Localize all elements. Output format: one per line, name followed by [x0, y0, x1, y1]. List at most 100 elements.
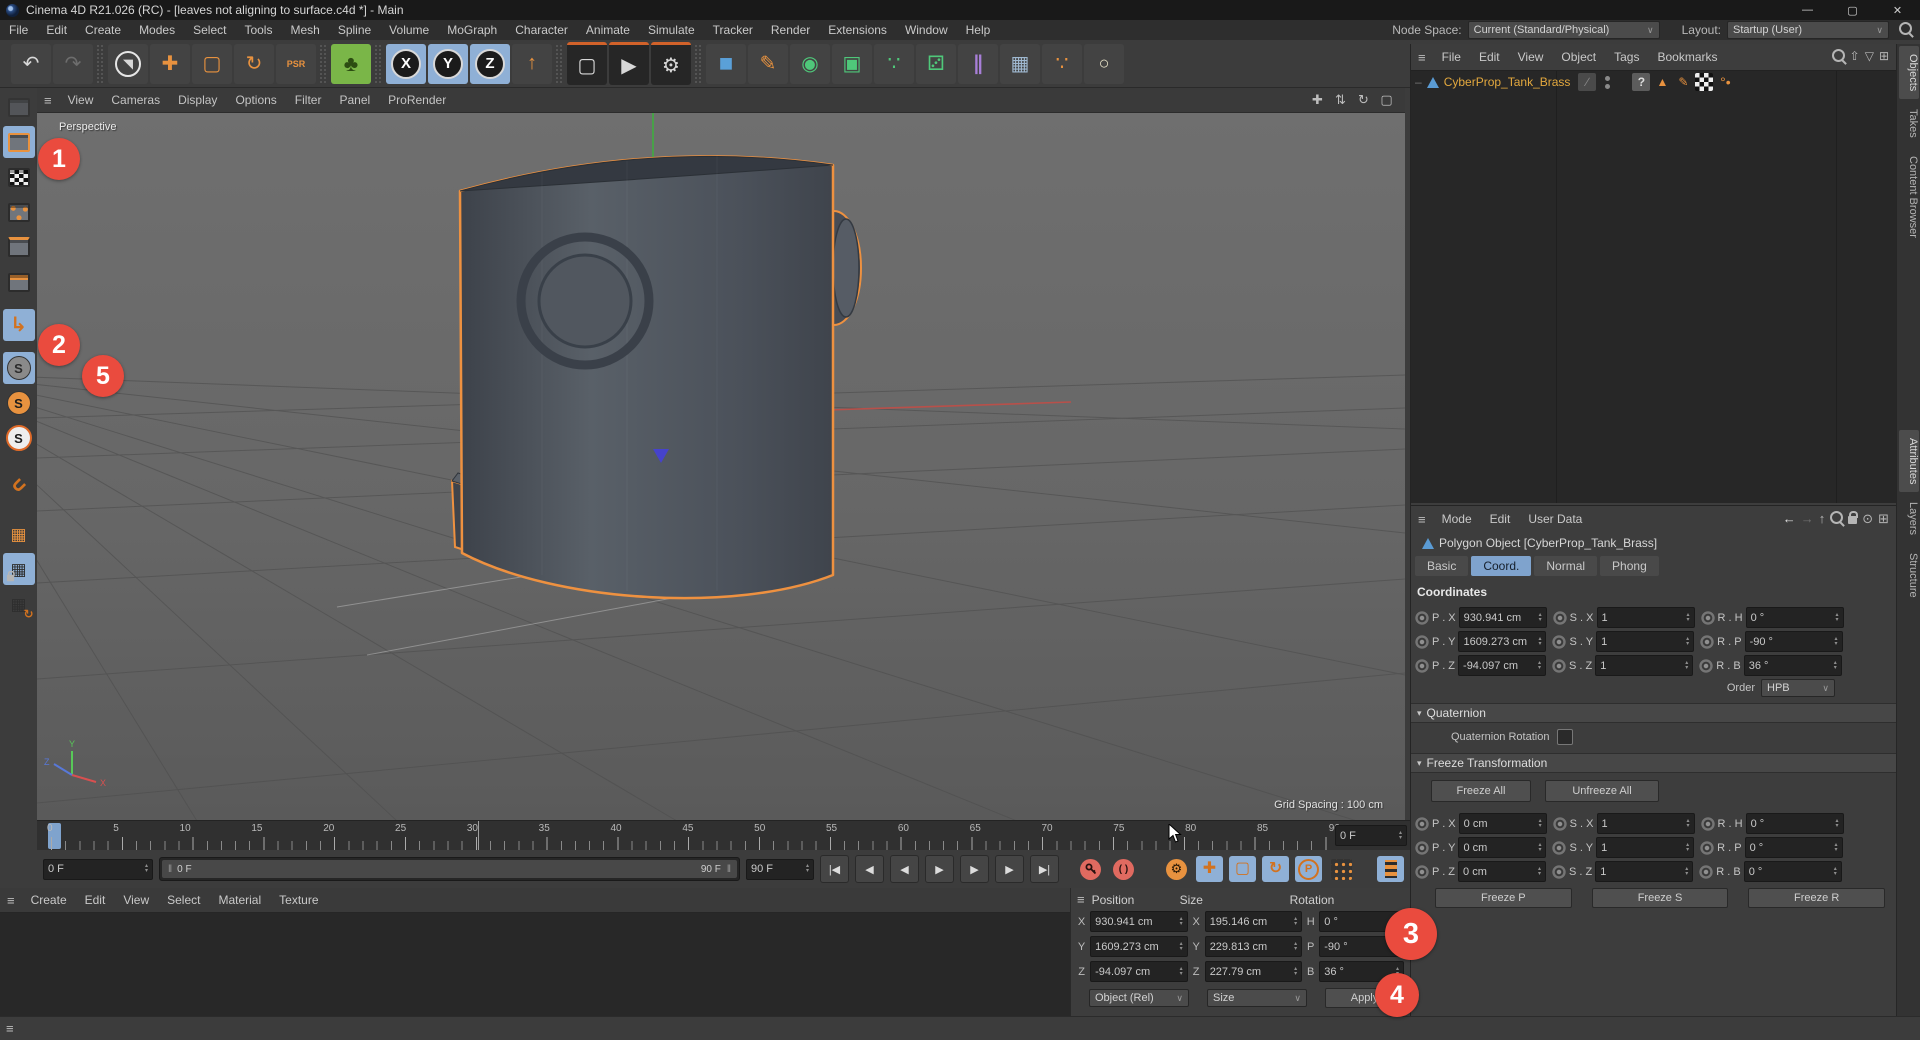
- key-radio[interactable]: [1701, 817, 1715, 831]
- menu-simulate[interactable]: Simulate: [639, 23, 704, 37]
- record-keyframe-button[interactable]: [1077, 856, 1104, 882]
- material-tag-icon[interactable]: ✎: [1674, 73, 1692, 91]
- key-radio[interactable]: [1699, 659, 1713, 673]
- object-tree[interactable]: – CyberProp_Tank_Brass ∕ ? ▲ ✎ °•: [1411, 70, 1897, 503]
- key-radio[interactable]: [1415, 659, 1429, 673]
- scale-tool[interactable]: ▢: [192, 44, 232, 84]
- magnet-tool-button[interactable]: ∪: [3, 469, 35, 501]
- current-frame-field[interactable]: 0 F ▴▾: [43, 859, 153, 880]
- vp-menu-display[interactable]: Display: [169, 93, 226, 107]
- menu-window[interactable]: Window: [896, 23, 957, 37]
- timeline-ruler[interactable]: 0510 152025 303540 455055 606570 758085 …: [37, 820, 1410, 851]
- workplane-mode-button[interactable]: ▦↻: [3, 588, 35, 620]
- previous-frame-button[interactable]: ◀: [890, 855, 919, 883]
- key-radio[interactable]: [1701, 611, 1715, 625]
- light-button[interactable]: ○: [1084, 44, 1124, 84]
- key-radio[interactable]: [1415, 817, 1429, 831]
- om-menu-view[interactable]: View: [1509, 50, 1553, 64]
- key-radio[interactable]: [1700, 635, 1714, 649]
- order-dropdown[interactable]: HPB∨: [1761, 679, 1835, 697]
- freeze-s-button[interactable]: Freeze S: [1592, 888, 1729, 908]
- unfreeze-all-button[interactable]: Unfreeze All: [1545, 780, 1659, 802]
- key-radio[interactable]: [1552, 635, 1566, 649]
- add-cube-button[interactable]: ■: [706, 44, 746, 84]
- rp-field[interactable]: -90 °▴▾: [1745, 631, 1843, 652]
- record-pla-toggle[interactable]: [1328, 856, 1355, 882]
- object-name[interactable]: CyberProp_Tank_Brass: [1444, 75, 1571, 89]
- hamburger-icon[interactable]: ≡: [1077, 892, 1092, 907]
- lock-icon[interactable]: [1848, 511, 1857, 527]
- camera-button[interactable]: ∵: [1042, 44, 1082, 84]
- unknown-tag-icon[interactable]: ?: [1632, 73, 1650, 91]
- py-field[interactable]: 1609.273 cm▴▾: [1458, 631, 1546, 652]
- subdivision-surface-button[interactable]: ◉: [790, 44, 830, 84]
- selection-tag-icon[interactable]: °•: [1716, 73, 1734, 91]
- position-x-field[interactable]: 930.941 cm▴▾: [1090, 911, 1187, 932]
- position-z-field[interactable]: -94.097 cm▴▾: [1090, 961, 1187, 982]
- om-menu-object[interactable]: Object: [1552, 50, 1605, 64]
- workplane-button[interactable]: ▦: [3, 518, 35, 550]
- size-y-field[interactable]: 229.813 cm▴▾: [1205, 936, 1302, 957]
- freeze-p-button[interactable]: Freeze P: [1435, 888, 1572, 908]
- layout-dropdown[interactable]: Startup (User) ∨: [1727, 21, 1889, 39]
- autokeying-button[interactable]: ( ): [1110, 856, 1137, 882]
- attr-menu-mode[interactable]: Mode: [1433, 512, 1481, 526]
- key-radio[interactable]: [1552, 865, 1566, 879]
- live-selection-tool[interactable]: ◥: [108, 44, 148, 84]
- mat-menu-select[interactable]: Select: [158, 893, 209, 907]
- minimize-button[interactable]: —: [1785, 0, 1830, 20]
- menu-tools[interactable]: Tools: [235, 23, 281, 37]
- om-menu-edit[interactable]: Edit: [1470, 50, 1509, 64]
- menu-character[interactable]: Character: [506, 23, 577, 37]
- mat-menu-edit[interactable]: Edit: [76, 893, 115, 907]
- tab-attributes[interactable]: Attributes: [1899, 430, 1919, 492]
- enable-axis-button[interactable]: ↳: [3, 309, 35, 341]
- menu-select[interactable]: Select: [184, 23, 235, 37]
- coord-mode-dropdown[interactable]: Object (Rel)∨: [1089, 989, 1189, 1007]
- lock-x-axis-button[interactable]: X: [386, 44, 426, 84]
- tab-layers[interactable]: Layers: [1899, 494, 1919, 543]
- key-radio[interactable]: [1415, 865, 1429, 879]
- search-icon[interactable]: [1832, 49, 1845, 65]
- record-parameter-toggle[interactable]: P: [1295, 856, 1322, 882]
- menu-extensions[interactable]: Extensions: [819, 23, 896, 37]
- snap-settings-button[interactable]: S: [3, 387, 35, 419]
- freeze-section-bar[interactable]: ▾ Freeze Transformation: [1411, 753, 1897, 773]
- key-radio[interactable]: [1552, 841, 1566, 855]
- freeze-sx-field[interactable]: 1▴▾: [1597, 813, 1695, 834]
- om-menu-file[interactable]: File: [1433, 50, 1470, 64]
- edges-mode-button[interactable]: [3, 231, 35, 263]
- menu-file[interactable]: File: [0, 23, 37, 37]
- field-button[interactable]: ∥: [958, 44, 998, 84]
- hamburger-icon[interactable]: ≡: [37, 93, 59, 108]
- tab-coord[interactable]: Coord.: [1471, 556, 1531, 576]
- key-radio[interactable]: [1552, 659, 1566, 673]
- path-up-icon[interactable]: ⇧: [1850, 49, 1860, 65]
- go-to-end-button[interactable]: ▶|: [1030, 855, 1059, 883]
- quaternion-rotation-checkbox[interactable]: [1557, 729, 1573, 745]
- freeze-sy-field[interactable]: 1▴▾: [1596, 837, 1694, 858]
- mat-menu-texture[interactable]: Texture: [270, 893, 327, 907]
- menu-animate[interactable]: Animate: [577, 23, 639, 37]
- key-radio[interactable]: [1415, 841, 1429, 855]
- add-panel-icon[interactable]: ⊞: [1878, 511, 1889, 527]
- menu-create[interactable]: Create: [76, 23, 130, 37]
- polygons-mode-button[interactable]: [3, 266, 35, 298]
- play-button[interactable]: ▶: [925, 855, 954, 883]
- layout-search-icon[interactable]: [1889, 22, 1920, 38]
- tab-basic[interactable]: Basic: [1415, 556, 1468, 576]
- pz-field[interactable]: -94.097 cm▴▾: [1458, 655, 1546, 676]
- maximize-button[interactable]: ▢: [1830, 0, 1875, 20]
- redo-button[interactable]: ↷: [53, 44, 93, 84]
- tab-objects[interactable]: Objects: [1899, 46, 1919, 99]
- tab-content-browser[interactable]: Content Browser: [1899, 148, 1919, 246]
- hamburger-icon[interactable]: ≡: [1411, 512, 1433, 527]
- filter-icon[interactable]: ▽: [1865, 49, 1874, 65]
- keyframe-selection-button[interactable]: ⚙: [1163, 856, 1190, 882]
- om-menu-bookmarks[interactable]: Bookmarks: [1648, 50, 1726, 64]
- auto-snap-button[interactable]: S: [3, 422, 35, 454]
- freeze-rb-field[interactable]: 0 °▴▾: [1744, 861, 1842, 882]
- lock-workplane-button[interactable]: ▦: [3, 553, 35, 585]
- previous-key-button[interactable]: ◀: [855, 855, 884, 883]
- menu-render[interactable]: Render: [762, 23, 819, 37]
